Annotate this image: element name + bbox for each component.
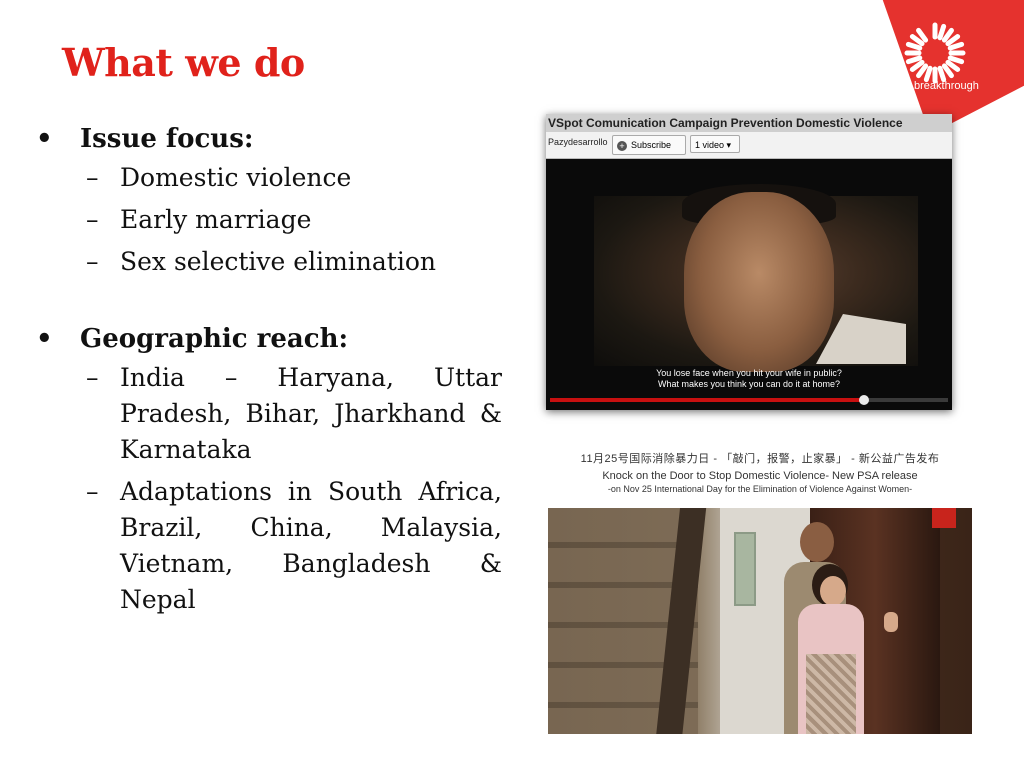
- bullet-heading: Issue focus:: [80, 124, 254, 154]
- photo-red-sign: [932, 508, 956, 528]
- logo-ring-tick: [937, 65, 947, 83]
- slide: What we do breakthrough • Issue focus: –…: [0, 0, 1024, 768]
- logo-ring-tick: [905, 55, 923, 65]
- sub-bullet-text: Domestic violence: [120, 163, 352, 192]
- bullet-geographic-reach: • Geographic reach:: [32, 324, 502, 354]
- channel-name: Pazydesarrollo: [548, 137, 608, 147]
- video-progress-bar: [550, 398, 948, 402]
- dash-mark: –: [86, 363, 99, 392]
- logo-ring-tick: [945, 59, 961, 72]
- sub-bullet-text: Adaptations in South Africa, Brazil, Chi…: [120, 477, 502, 614]
- dash-mark: –: [86, 247, 99, 276]
- logo-ring-tick: [923, 65, 933, 83]
- psa-caption-subline: -on Nov 25 International Day for the Eli…: [607, 484, 913, 494]
- sub-bullet-text: Early marriage: [120, 205, 312, 234]
- logo-ring-tick: [916, 27, 929, 43]
- psa-caption-chinese: 11月25号国际消除暴力日 - 「敲门，报警，止家暴」 - 新公益广告发布: [580, 453, 940, 465]
- video-progress-knob: [859, 395, 870, 405]
- sub-bullet: – Adaptations in South Africa, Brazil, C…: [86, 474, 502, 618]
- chevron-down-icon: ▾: [726, 140, 732, 150]
- psa-caption: 11月25号国际消除暴力日 - 「敲门，报警，止家暴」 - 新公益广告发布 Kn…: [548, 450, 972, 494]
- logo-ring-tick: [947, 55, 965, 65]
- photo-woman: [792, 564, 872, 734]
- photo-window: [734, 532, 756, 606]
- man-face: [684, 192, 834, 372]
- subscribe-button: + Subscribe: [612, 135, 686, 155]
- dash-mark: –: [86, 163, 99, 192]
- bullet-mark: •: [36, 324, 53, 354]
- slide-title: What we do: [62, 40, 305, 85]
- ring-logo-icon: [904, 22, 966, 84]
- video-screenshot: VSpot Comunication Campaign Prevention D…: [546, 114, 952, 410]
- dash-mark: –: [86, 205, 99, 234]
- bullet-mark: •: [36, 124, 53, 154]
- subtitle-line: What makes you think you can do it at ho…: [657, 379, 841, 389]
- sub-bullet-text: India – Haryana, Uttar Pradesh, Bihar, J…: [120, 363, 502, 464]
- logo-ring-tick: [937, 23, 947, 41]
- psa-photo: [548, 508, 972, 734]
- plus-icon: +: [617, 140, 627, 151]
- sub-bullet: – Sex selective elimination: [86, 244, 502, 280]
- video-subtitles: You lose face when you hit your wife in …: [546, 368, 952, 390]
- sub-bullet: – Early marriage: [86, 202, 502, 238]
- subtitle-line: You lose face when you hit your wife in …: [656, 368, 842, 378]
- man-head: [800, 522, 834, 562]
- photo-hand: [884, 612, 898, 632]
- woman-apron: [806, 654, 856, 734]
- sub-bullet-text: Sex selective elimination: [120, 247, 436, 276]
- sub-bullet: – India – Haryana, Uttar Pradesh, Bihar,…: [86, 360, 502, 468]
- bullet-list: • Issue focus: – Domestic violence – Ear…: [32, 124, 502, 618]
- logo-text: breakthrough: [914, 80, 979, 92]
- logo-ring-tick: [945, 34, 961, 47]
- video-channel-bar: Pazydesarrollo + Subscribe 1 video ▾: [546, 132, 952, 159]
- logo-ring-tick: [905, 41, 923, 51]
- psa-caption-english: Knock on the Door to Stop Domestic Viole…: [602, 470, 918, 482]
- dash-mark: –: [86, 477, 99, 506]
- video-count: 1 video: [695, 140, 725, 150]
- logo-ring-tick: [947, 41, 965, 51]
- bullet-heading: Geographic reach:: [80, 324, 349, 354]
- logo-ring-tick: [909, 59, 925, 72]
- woman-face: [820, 576, 846, 606]
- sub-bullet: – Domestic violence: [86, 160, 502, 196]
- logo-ring-tick: [916, 63, 929, 79]
- video-title: VSpot Comunication Campaign Prevention D…: [546, 114, 952, 132]
- subscribe-label: Subscribe: [631, 140, 672, 150]
- logo-ring-tick: [941, 27, 954, 43]
- bullet-issue-focus: • Issue focus:: [32, 124, 502, 154]
- video-count-dropdown: 1 video ▾: [690, 135, 740, 153]
- logo-ring-tick: [909, 34, 925, 47]
- logo-ring-tick: [941, 63, 954, 79]
- video-progress-fill: [550, 398, 865, 402]
